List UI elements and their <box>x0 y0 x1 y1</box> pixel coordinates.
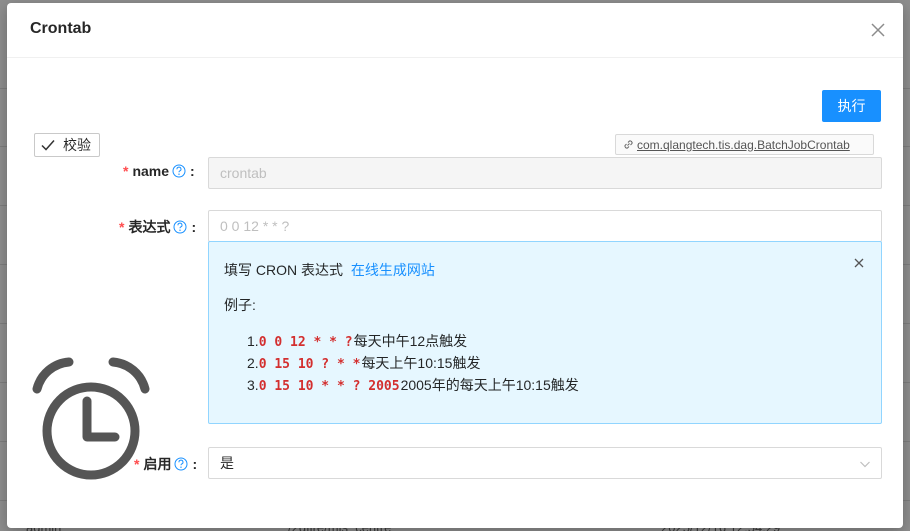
list-item: 2. 0 15 10 ? * * 每天上午10:15触发 <box>247 353 579 375</box>
close-icon <box>871 23 885 37</box>
validate-button-label: 校验 <box>63 137 91 153</box>
example-code: 0 15 10 ? * * <box>258 357 361 372</box>
question-circle-icon[interactable] <box>173 220 187 234</box>
crontab-modal: Crontab 执行 校验 com.qlangtech.tis.dag.Batc… <box>7 3 903 528</box>
name-label: * name : <box>123 163 195 179</box>
list-item: 1. 0 0 12 * * ? 每天中午12点触发 <box>247 331 579 353</box>
modal-title: Crontab <box>30 20 92 37</box>
required-mark: * <box>123 163 129 179</box>
cron-expression-input[interactable] <box>208 210 882 242</box>
alert-close-button[interactable] <box>851 255 867 271</box>
close-icon <box>854 258 864 268</box>
example-list: 1. 0 0 12 * * ? 每天中午12点触发 2. 0 15 10 ? *… <box>247 331 579 397</box>
label-colon: : <box>191 219 197 235</box>
name-label-text: name <box>132 163 170 179</box>
example-index: 1. <box>247 333 259 349</box>
label-colon: : <box>192 456 198 472</box>
example-desc: 2005年的每天上午10:15触发 <box>400 377 579 393</box>
enable-select[interactable]: 是 <box>208 447 882 479</box>
check-icon <box>41 140 55 151</box>
class-name-text: com.qlangtech.tis.dag.BatchJobCrontab <box>637 137 850 152</box>
example-title: 例子: <box>224 297 256 313</box>
label-colon: : <box>190 163 195 179</box>
execute-button[interactable]: 执行 <box>822 90 881 122</box>
alert-intro-text: 填写 CRON 表达式 <box>224 262 343 278</box>
example-code: 0 15 10 * * ? 2005 <box>258 379 400 394</box>
question-circle-icon[interactable] <box>172 164 186 178</box>
question-circle-icon[interactable] <box>174 457 188 471</box>
chevron-down-icon <box>860 461 870 468</box>
enable-select-value: 是 <box>220 455 234 471</box>
cron-generator-link[interactable]: 在线生成网站 <box>351 262 435 278</box>
name-input[interactable] <box>208 157 882 189</box>
alert-intro: 填写 CRON 表达式 在线生成网站 <box>224 260 435 280</box>
cron-expression-label: * 表达式 : <box>119 217 196 237</box>
validate-button[interactable]: 校验 <box>34 133 100 157</box>
class-name-link[interactable]: com.qlangtech.tis.dag.BatchJobCrontab <box>615 134 874 155</box>
required-mark: * <box>119 219 125 235</box>
cron-help-alert: 填写 CRON 表达式 在线生成网站 例子: 1. 0 0 12 * * ? 每… <box>208 241 882 424</box>
modal-header: Crontab <box>7 3 903 58</box>
enable-label: * 启用 : <box>134 454 197 474</box>
modal-close-button[interactable] <box>867 19 889 41</box>
example-index: 3. <box>247 377 259 393</box>
required-mark: * <box>134 456 140 472</box>
enable-label-text: 启用 <box>143 456 172 472</box>
example-code: 0 0 12 * * ? <box>258 335 353 350</box>
link-icon <box>624 140 633 149</box>
cron-expression-label-text: 表达式 <box>128 219 171 235</box>
example-desc: 每天上午10:15触发 <box>361 355 481 371</box>
example-index: 2. <box>247 355 259 371</box>
list-item: 3. 0 15 10 * * ? 2005 2005年的每天上午10:15触发 <box>247 375 579 397</box>
example-desc: 每天中午12点触发 <box>353 333 468 349</box>
